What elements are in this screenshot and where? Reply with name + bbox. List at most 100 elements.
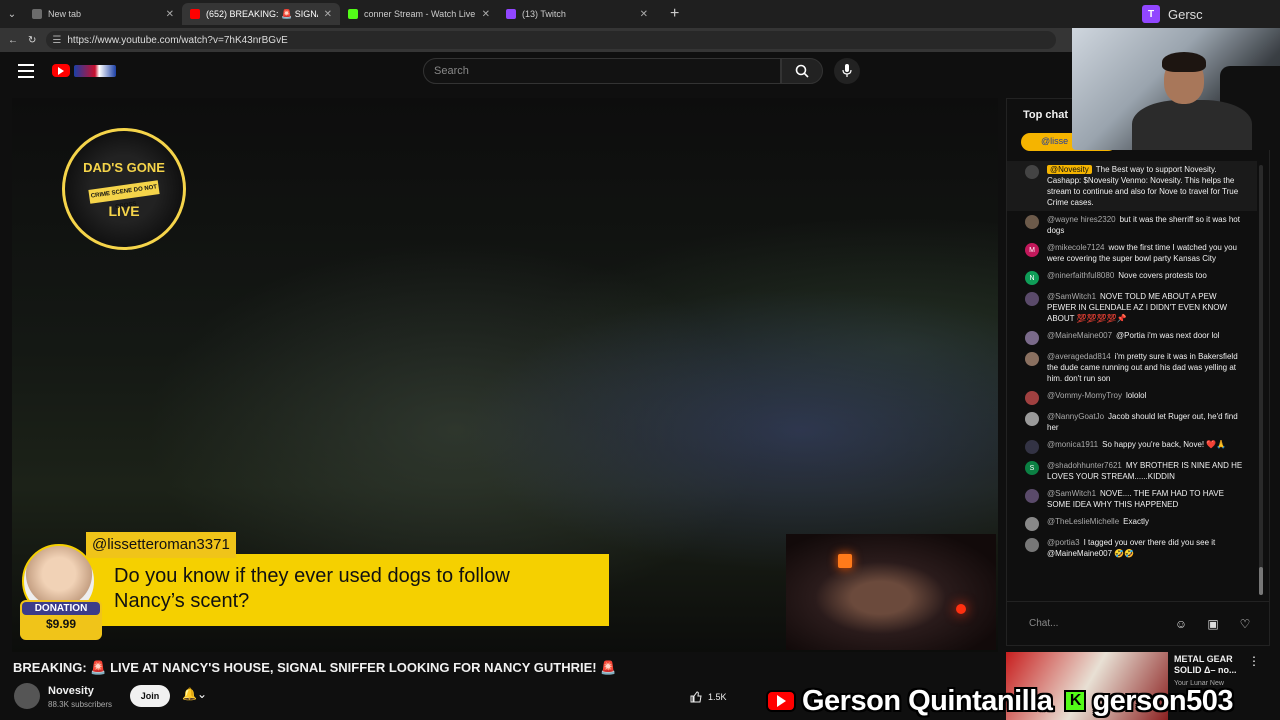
donation-amount: $9.99 [45,617,77,631]
chat-author[interactable]: @MaineMaine007 [1047,331,1112,340]
donation-username: @lissetteroman3371 [86,532,236,558]
chat-message[interactable]: @TheLeslieMichelle Exactly [1007,513,1257,534]
back-icon[interactable]: ← [8,35,18,46]
donation-tag: DONATION $9.99 [20,600,102,640]
tab-favicon-icon [348,9,358,19]
chat-author[interactable]: @NannyGoatJo [1047,412,1104,421]
chat-message[interactable]: N @ninerfaithful8080 Nove covers protests … [1007,267,1257,288]
chat-avatar[interactable]: M [1025,243,1039,257]
chat-avatar[interactable] [1025,292,1039,306]
chat-message[interactable]: @MaineMaine007 @Portia i'm was next door … [1007,327,1257,348]
tab-close-icon[interactable]: ✕ [640,9,648,20]
chat-avatar[interactable] [1025,331,1039,345]
chat-author[interactable]: @ninerfaithful8080 [1047,271,1114,280]
url-text: https://www.youtube.com/watch?v=7hK43nrB… [67,34,288,46]
chat-message[interactable]: M @mikecole7124 wow the first time I watch… [1007,239,1257,267]
profile-name: Gersc [1168,6,1203,22]
chat-message[interactable]: @NannyGoatJo Jacob should let Ruger out, … [1007,408,1257,436]
site-info-icon[interactable]: ☰ [52,35,61,46]
chat-avatar[interactable] [1025,440,1039,454]
chat-author[interactable]: @SamWitch1 [1047,489,1096,498]
streamer-hair [1162,52,1206,72]
chat-message[interactable]: @wayne hires2320 but it was the sherriff … [1007,211,1257,239]
notification-bell-icon[interactable]: 🔔⌄ [182,687,207,701]
tab-close-icon[interactable]: ✕ [324,9,332,20]
chat-author[interactable]: @Vommy-MomyTroy [1047,391,1122,400]
chat-input-row: Chat... ☺ ▣ ♡ [1007,601,1269,645]
tab-label: conner Stream - Watch Live o [364,9,476,19]
chat-message[interactable]: @Novesity The Best way to support Novesit… [1007,161,1257,211]
chat-input[interactable]: Chat... [1029,618,1159,629]
like-count: 1.5K [708,692,727,702]
browser-tab-bar: ⌄ New tab ✕ (652) BREAKING: 🚨 SIGNAL ✕ conne… [0,0,1280,28]
chat-message[interactable]: @SamWitch1 NOVE TOLD ME ABOUT A PEW PEWER… [1007,288,1257,327]
chat-author[interactable]: @wayne hires2320 [1047,215,1116,224]
chat-author[interactable]: @SamWitch1 [1047,292,1096,301]
subscriber-count: 88.3K subscribers [48,700,113,709]
tab-label: (13) Twitch [522,9,566,19]
join-button[interactable]: Join [130,685,170,707]
chat-author[interactable]: @TheLeslieMichelle [1047,517,1119,526]
dads-gone-live-badge: DAD'S GONE CRIME SCENE DO NOT CROSS LIVE [62,128,186,250]
tab-favicon-icon [506,9,516,19]
youtube-doodle-logo[interactable] [74,65,116,77]
channel-name[interactable]: Novesity [48,685,94,697]
twitch-overlay-corner: T Gersc [1140,0,1280,28]
tab-close-icon[interactable]: ✕ [482,9,490,20]
browser-tab[interactable]: (652) BREAKING: 🚨 SIGNAL ✕ [182,3,340,25]
search-button[interactable] [781,58,823,84]
chat-avatar[interactable] [1025,215,1039,229]
chat-message[interactable]: @monica1911 So happy you're back, Nove! ❤… [1007,436,1257,457]
chat-avatar[interactable] [1025,165,1039,179]
voice-search-button[interactable] [834,58,860,84]
browser-tab[interactable]: New tab ✕ [24,3,182,25]
chat-author[interactable]: @Novesity [1047,165,1092,174]
chat-author[interactable]: @averagedad814 [1047,352,1111,361]
search-input[interactable]: Search [423,58,781,84]
chat-message[interactable]: @Vommy-MomyTroy lololol [1007,387,1257,408]
chat-message[interactable]: @SamWitch1 NOVE.... THE FAM HAD TO HAVE S… [1007,485,1257,513]
chat-author[interactable]: @portia3 [1047,538,1080,547]
live-chat-panel: Top chat ⌄ @lisse @NovesityThe Best way … [1006,98,1270,646]
like-button[interactable]: 1.5K [690,687,727,707]
chat-avatar[interactable] [1025,412,1039,426]
chat-mode-label: Top chat [1023,109,1069,121]
channel-avatar[interactable] [14,683,40,709]
address-bar[interactable]: ☰ https://www.youtube.com/watch?v=7hK43n… [46,31,1057,49]
microphone-icon [842,64,852,77]
recommended-title: METAL GEAR SOLID Δ– no... [1174,654,1237,675]
chat-message[interactable]: @averagedad814 i'm pretty sure it was in … [1007,348,1257,387]
streamer-name-overlay: Gerson Quintanilla K gerson503 [766,682,1234,720]
chat-author[interactable]: @shadohhunter7621 [1047,461,1122,470]
kick-handle: gerson503 [1092,684,1234,717]
chat-author[interactable]: @monica1911 [1047,440,1098,449]
menu-icon[interactable] [18,64,34,78]
browser-tab[interactable]: (13) Twitch ✕ [498,3,656,25]
chat-scrollbar[interactable] [1259,165,1263,595]
new-tab-button[interactable]: + [670,5,679,23]
tab-label: New tab [48,9,82,19]
chat-message[interactable]: @portia3 I tagged you over there did you … [1007,534,1257,562]
tab-close-icon[interactable]: ✕ [166,9,174,20]
chat-avatar[interactable] [1025,489,1039,503]
tab-list-icon[interactable]: ⌄ [0,9,24,20]
browser-tab[interactable]: conner Stream - Watch Live o ✕ [340,3,498,25]
camera-light-orange [838,554,852,568]
youtube-icon [766,690,796,712]
chat-avatar[interactable] [1025,352,1039,366]
thumbs-up-icon [690,691,702,703]
chat-avatar[interactable] [1025,517,1039,531]
chat-message[interactable]: S @shadohhunter7621 MY BROTHER IS NINE AND… [1007,457,1257,485]
heart-icon[interactable]: ♡ [1235,614,1255,634]
chat-avatar[interactable] [1025,538,1039,552]
more-options-icon[interactable]: ⋮ [1248,654,1260,668]
reload-icon[interactable]: ↻ [28,35,36,46]
chat-avatar[interactable]: N [1025,271,1039,285]
super-chat-icon[interactable]: ▣ [1203,614,1223,634]
chat-author[interactable]: @mikecole7124 [1047,243,1104,252]
emoji-icon[interactable]: ☺ [1171,614,1191,634]
chat-avatar[interactable]: S [1025,461,1039,475]
chat-avatar[interactable] [1025,391,1039,405]
badge-title: DAD'S GONE [83,159,165,175]
youtube-logo-icon[interactable] [52,64,70,77]
